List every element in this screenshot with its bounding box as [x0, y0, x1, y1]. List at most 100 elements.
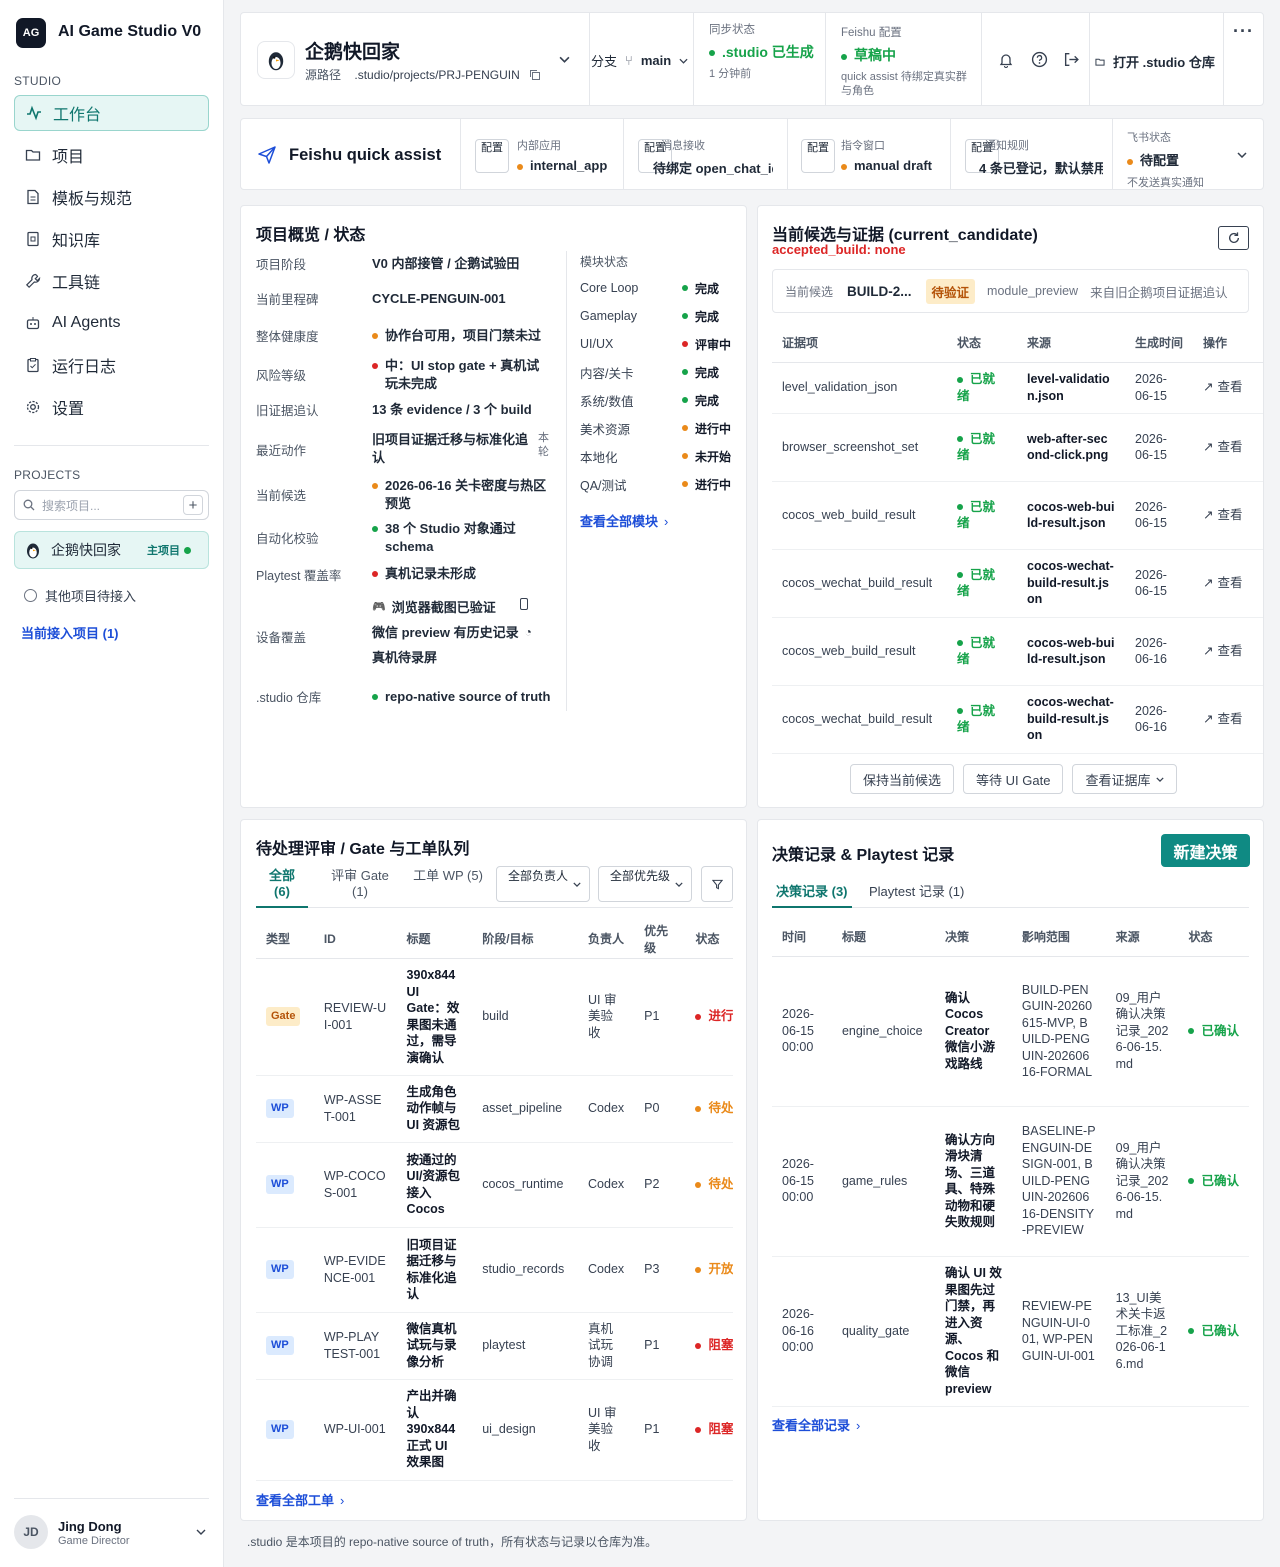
- item-title: 生成角色动作帧与 UI 资源包: [396, 1075, 473, 1143]
- table-row[interactable]: WP WP-ASSET-001 生成角色动作帧与 UI 资源包 asset_pipel…: [256, 1075, 733, 1143]
- status-dot: [1188, 1028, 1195, 1035]
- view-action[interactable]: ↗ 查看: [1193, 413, 1263, 482]
- table-row[interactable]: 2026-06-16 00:00 quality_gate 确认 UI 效果图先过门…: [772, 1256, 1249, 1407]
- table-row[interactable]: cocos_web_build_result 已就绪 cocos-web-build…: [772, 481, 1263, 550]
- bell-icon[interactable]: [998, 52, 1014, 68]
- priority-filter[interactable]: 全部优先级: [598, 866, 692, 902]
- other-project-item[interactable]: 其他项目待接入: [24, 586, 136, 605]
- tab-decisions[interactable]: 决策记录 (3): [772, 872, 852, 908]
- table-row[interactable]: level_validation_json 已就绪 level-validation…: [772, 362, 1263, 414]
- nav-item-toolchain[interactable]: 工具链: [14, 263, 209, 299]
- keep-candidate-button[interactable]: 保持当前候选: [850, 764, 955, 794]
- tab-work-packages[interactable]: 工单 WP (5): [413, 868, 483, 884]
- table-row[interactable]: cocos_wechat_build_result 已就绪 cocos-wechat…: [772, 685, 1263, 754]
- column-header: 来源: [1105, 918, 1179, 957]
- chevron-down-icon[interactable]: [1237, 152, 1247, 158]
- filter-icon[interactable]: [701, 866, 733, 902]
- new-decision-button[interactable]: 新建决策: [1161, 834, 1250, 867]
- view-evidence-button[interactable]: 查看证据库: [1072, 764, 1178, 794]
- project-dropdown-icon[interactable]: [559, 56, 570, 63]
- config-tag[interactable]: 配置: [475, 139, 509, 173]
- user-profile[interactable]: JD Jing Dong Game Director: [14, 1498, 209, 1549]
- item-value: internal_app: [530, 158, 608, 173]
- row-label: 当前里程碑: [256, 293, 319, 307]
- table-row[interactable]: browser_screenshot_set 已就绪 web-after-secon…: [772, 413, 1263, 482]
- item-value: 4 条已登记，默认禁用: [979, 161, 1103, 176]
- help-icon[interactable]: [1031, 51, 1048, 68]
- current-projects-link[interactable]: 当前接入项目 (1): [21, 623, 119, 642]
- tab-playtest[interactable]: Playtest 记录 (1): [869, 881, 964, 900]
- add-project-button[interactable]: +: [183, 495, 203, 515]
- nav-item-workbench[interactable]: 工作台: [14, 95, 209, 131]
- nav-item-agents[interactable]: AI Agents: [14, 305, 209, 341]
- item-label: 消息接收: [661, 140, 705, 152]
- overview-row: 最近动作 旧项目证据迁移与标准化追认 本轮: [256, 425, 556, 473]
- status-dot: [841, 53, 847, 60]
- refresh-icon[interactable]: [1218, 226, 1249, 250]
- owner-filter[interactable]: 全部负责人: [496, 866, 590, 902]
- nav-item-settings[interactable]: 设置: [14, 389, 209, 425]
- chevron-down-icon: [675, 882, 683, 887]
- table-row[interactable]: WP WP-UI-001 产出并确认 390x844 正式 UI 效果图 ui_des…: [256, 1379, 733, 1481]
- nav-item-templates[interactable]: 模板与规范: [14, 179, 209, 215]
- nav-item-projects[interactable]: 项目: [14, 137, 209, 173]
- send-icon: [258, 146, 276, 164]
- logout-icon[interactable]: [1063, 51, 1080, 68]
- view-action[interactable]: ↗ 查看: [1193, 481, 1263, 550]
- candidate-info: 当前候选 BUILD-2... 待验证 module_preview 来自旧企鹅…: [772, 269, 1249, 313]
- nav-label: 设置: [52, 401, 85, 418]
- branch-selector[interactable]: 分支 ⑂ main: [591, 51, 688, 70]
- view-all-work-link[interactable]: 查看全部工单 ›: [256, 1490, 344, 1509]
- table-row[interactable]: WP WP-COCOS-001 按通过的 UI/资源包接入 Cocos cocos_r…: [256, 1142, 733, 1228]
- evidence-table: 证据项 状态 来源 生成时间 操作 level_validation_json 已就绪 le…: [772, 324, 1263, 754]
- column-header: 决策: [934, 918, 1012, 957]
- divider: [693, 13, 694, 105]
- view-action[interactable]: ↗ 查看: [1193, 549, 1263, 618]
- module-name: 系统/数值: [580, 394, 634, 409]
- feishu-label: Feishu 配置: [841, 27, 902, 39]
- item-id: REVIEW-UI-001: [313, 958, 397, 1076]
- table-row[interactable]: WP WP-PLAYTEST-001 微信真机试玩与录像分析 playtest 真机试玩…: [256, 1312, 733, 1380]
- item-priority: P1: [634, 1379, 686, 1481]
- view-action[interactable]: ↗ 查看: [1193, 685, 1263, 754]
- type-badge: Gate: [266, 1007, 301, 1026]
- divider: [1223, 13, 1224, 105]
- table-row[interactable]: WP WP-EVIDENCE-001 旧项目证据迁移与标准化追认 studio_rec…: [256, 1227, 733, 1313]
- action-label: 查看: [1217, 439, 1243, 454]
- view-action[interactable]: ↗ 查看: [1193, 362, 1263, 414]
- tab-review-gate[interactable]: 评审 Gate (1): [324, 868, 396, 900]
- evidence-source: cocos-wechat-build-result.json: [1017, 685, 1125, 754]
- row-value: V0 内部接管 / 企鹅试验田: [372, 255, 520, 271]
- project-search[interactable]: 搜索项目... +: [14, 490, 209, 520]
- project-item-penguin[interactable]: 企鹅快回家 主项目: [14, 531, 209, 569]
- config-tag[interactable]: 配置: [801, 139, 835, 173]
- nav-item-logs[interactable]: 运行日志: [14, 347, 209, 383]
- module-name: Core Loop: [580, 281, 639, 295]
- feishu-status[interactable]: 飞书状态 待配置 不发送真实通知: [1127, 129, 1204, 190]
- view-all-records-link[interactable]: 查看全部记录 ›: [772, 1415, 860, 1434]
- view-all-modules-link[interactable]: 查看全部模块 ›: [580, 511, 668, 530]
- open-repo-button[interactable]: 打开 .studio 仓库: [1095, 52, 1215, 71]
- nav-item-knowledge[interactable]: 知识库: [14, 221, 209, 257]
- document-icon: [24, 188, 42, 206]
- module-status: 评审中: [695, 337, 732, 352]
- search-input[interactable]: 搜索项目...: [42, 497, 100, 514]
- module-row: UI/UX 评审中: [580, 334, 733, 354]
- table-row[interactable]: 2026-06-15 00:00 engine_choice 确认 Cocos Cr…: [772, 956, 1249, 1107]
- table-row[interactable]: cocos_wechat_build_result 已就绪 cocos-wechat…: [772, 549, 1263, 618]
- table-row[interactable]: Gate REVIEW-UI-001 390x844 UI Gate：效果图未通过，…: [256, 958, 733, 1076]
- table-row[interactable]: cocos_web_build_result 已就绪 cocos-web-build…: [772, 617, 1263, 686]
- tab-all[interactable]: 全部 (6): [256, 868, 308, 908]
- table-row[interactable]: 2026-06-15 00:00 game_rules 确认方向滑块清场、三道具、特…: [772, 1106, 1249, 1257]
- copy-icon[interactable]: [529, 69, 541, 81]
- wait-ui-gate-button[interactable]: 等待 UI Gate: [963, 764, 1064, 794]
- filter-label: 全部负责人: [507, 869, 568, 883]
- module-status: 进行中: [695, 477, 732, 492]
- more-menu-icon[interactable]: ···: [1233, 21, 1254, 42]
- status-dot: [682, 397, 688, 403]
- view-action[interactable]: ↗ 查看: [1193, 617, 1263, 686]
- status-dot: [682, 425, 688, 431]
- item-status: 进行中: [708, 1009, 733, 1024]
- type-badge: WP: [266, 1420, 294, 1439]
- queue-title: 待处理评审 / Gate 与工单队列: [256, 841, 470, 858]
